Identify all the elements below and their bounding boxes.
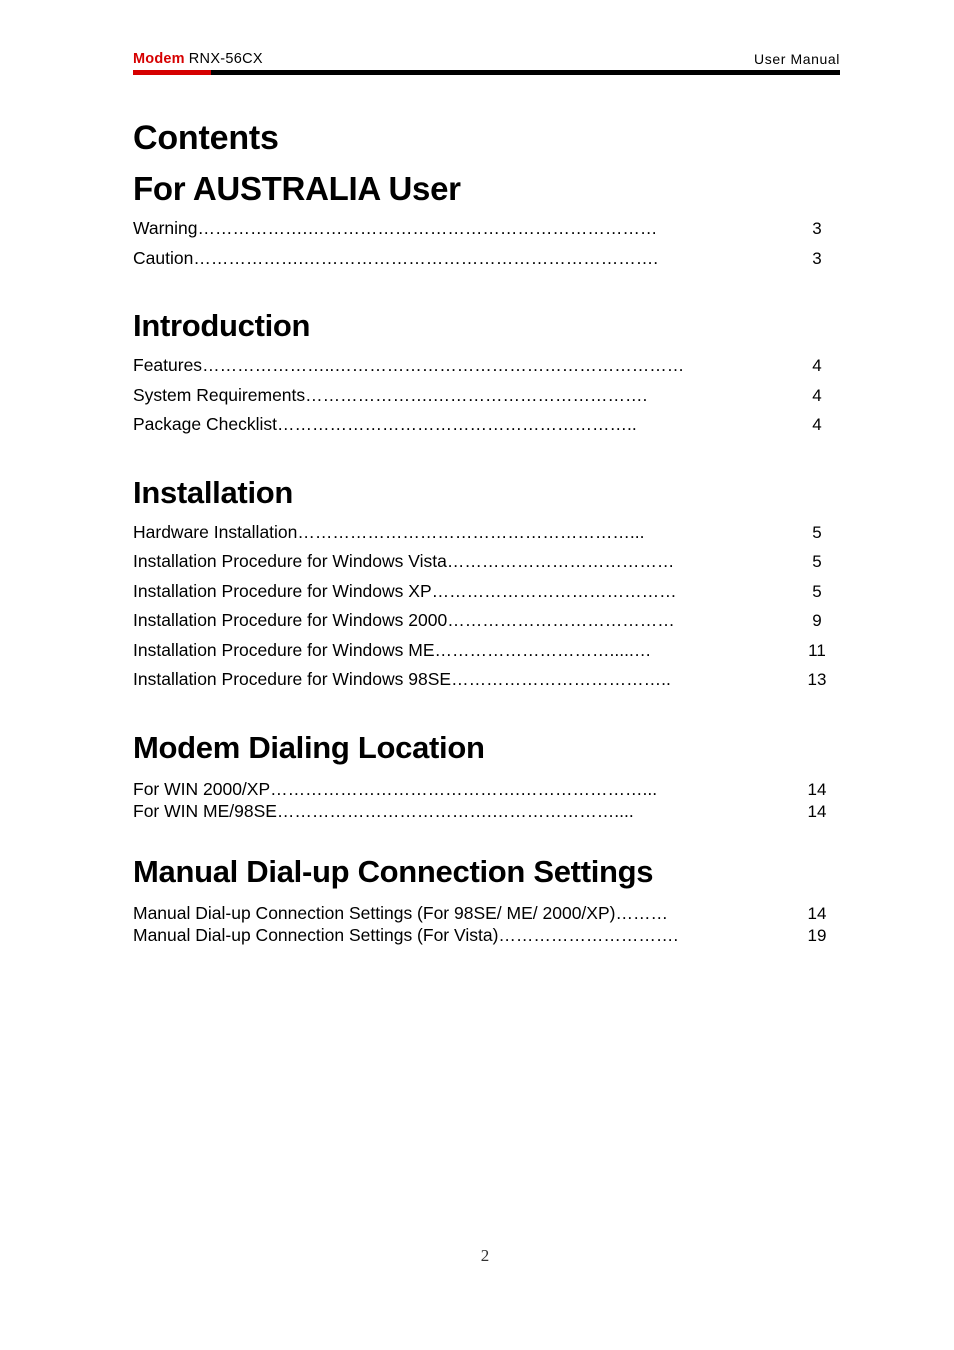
toc-entry-page: 4 <box>812 385 822 405</box>
toc-entry[interactable]: Installation Procedure for Windows 98SE … <box>133 669 840 699</box>
toc-dot-leader: …………………………………… <box>431 580 677 601</box>
toc-entry-label: Warning <box>133 218 198 238</box>
toc-dot-leader: …………………………. <box>498 924 679 945</box>
toc-entry-label: Installation Procedure for Windows ME <box>133 639 435 660</box>
toc-entry-label: Installation Procedure for Windows 98SE <box>133 669 452 689</box>
toc-group: Features …………………..…………………………………………………… 4 S… <box>133 355 840 444</box>
section-heading: Modem Dialing Location <box>133 729 485 765</box>
toc-entry[interactable]: Package Checklist ……………………………………………………..… <box>133 414 840 444</box>
brand-name: Modem <box>133 51 185 67</box>
toc-dot-leader: …………………..…………………………………………………… <box>202 355 685 375</box>
toc-entry[interactable]: Manual Dial-up Connection Settings (For … <box>133 903 840 925</box>
toc-dot-leader: …………………………………….…………………... <box>270 778 658 799</box>
toc-entry-page: 3 <box>812 219 822 238</box>
toc-sections: For AUSTRALIA User Warning ……………….…………………… <box>133 170 840 947</box>
toc-entry-page: 5 <box>812 581 822 601</box>
page-number: 2 <box>480 1246 490 1265</box>
toc-group: Warning ……………….…………………………………………………… 3 Caut… <box>133 218 840 277</box>
toc-entry-page: 13 <box>807 670 827 689</box>
toc-entry-label: Features <box>133 355 203 375</box>
toc-dot-leader: ………………….………………………………. <box>305 384 648 405</box>
toc-group: Hardware Installation ………………………………………………… <box>133 522 840 699</box>
toc-dot-leader: ………………………….....… <box>434 639 652 660</box>
model-number: RNX-56CX <box>188 51 263 67</box>
toc-dot-leader: ………………………………… <box>446 551 675 571</box>
header-rule <box>133 70 840 75</box>
toc-entry[interactable]: Caution………………. ……………………………………………………. 3 <box>133 248 840 278</box>
toc-entry-label: Hardware Installation <box>133 521 298 542</box>
toc-entry-page: 19 <box>807 925 827 945</box>
section-heading: Installation <box>133 474 294 510</box>
toc-dot-leader: ……………….…………………………………………………… <box>197 218 658 238</box>
toc-dot-leader: ……………………………….………………….... <box>276 800 634 821</box>
toc-entry-label: Installation Procedure for Windows Vista <box>133 551 447 571</box>
toc-entry[interactable]: Installation Procedure for Windows Vista… <box>133 551 840 581</box>
toc-entry-page: 5 <box>812 552 822 571</box>
toc-group: Manual Dial-up Connection Settings (For … <box>133 903 840 947</box>
toc-entry-page: 4 <box>812 356 822 375</box>
toc-entry-label: For WIN 2000/XP <box>133 778 271 799</box>
section-heading: Manual Dial-up Connection Settings <box>133 853 654 889</box>
toc-dot-leader: ……………………………….. <box>451 669 671 689</box>
toc-entry-page: 14 <box>807 801 827 821</box>
toc-entry[interactable]: Features …………………..…………………………………………………… 4 <box>133 355 840 385</box>
toc-entry-label: Manual Dial-up Connection Settings (For … <box>133 902 616 923</box>
document-page: Modem RNX-56CX User Manual Contents For … <box>0 0 954 1350</box>
section-heading: Introduction <box>133 308 311 343</box>
header-doc-type: User Manual <box>754 51 840 67</box>
toc-content: Contents For AUSTRALIA User Warning ……………… <box>133 118 840 947</box>
toc-entry-label: Caution………………. <box>133 247 304 268</box>
toc-entry-label: Package Checklist <box>133 414 277 434</box>
page-title: Contents <box>133 119 279 157</box>
toc-entry-page: 14 <box>807 779 827 799</box>
toc-entry[interactable]: Manual Dial-up Connection Settings (For … <box>133 925 840 947</box>
toc-dot-leader: ……………………………………………………. <box>303 247 659 268</box>
section-heading: For AUSTRALIA User <box>133 170 461 207</box>
toc-entry[interactable]: Installation Procedure for Windows ME ……… <box>133 640 840 670</box>
toc-entry-label: For WIN ME/98SE <box>133 800 277 821</box>
toc-entry-page: 9 <box>812 611 822 630</box>
toc-entry[interactable]: Installation Procedure for Windows XP ……… <box>133 581 840 611</box>
toc-entry-page: 14 <box>807 903 827 923</box>
toc-entry[interactable]: Warning ……………….…………………………………………………… 3 <box>133 218 840 248</box>
toc-entry-label: Installation Procedure for Windows XP <box>133 580 432 601</box>
running-header: Modem RNX-56CX User Manual <box>133 50 840 80</box>
toc-entry-page: 11 <box>808 640 826 660</box>
toc-entry-page: 5 <box>812 522 822 542</box>
toc-entry[interactable]: Hardware Installation ………………………………………………… <box>133 522 840 552</box>
toc-entry-label: Manual Dial-up Connection Settings (For … <box>133 924 499 945</box>
toc-entry[interactable]: Installation Procedure for Windows 2000…… <box>133 610 840 640</box>
toc-entry-page: 3 <box>812 248 822 268</box>
toc-dot-leader: ………………………………… <box>447 610 675 630</box>
toc-entry-label: Installation Procedure for Windows 2000 <box>133 610 448 630</box>
toc-entry[interactable]: For WIN ME/98SE ……………………………….…………………....… <box>133 801 840 823</box>
toc-group: For WIN 2000/XP …………………………………….…………………..… <box>133 779 840 823</box>
toc-dot-leader: …………………………………………………….. <box>276 414 637 434</box>
toc-entry[interactable]: For WIN 2000/XP …………………………………….…………………..… <box>133 779 840 801</box>
toc-entry[interactable]: System Requirements ………………….………………………………… <box>133 385 840 415</box>
toc-entry-page: 4 <box>812 415 822 434</box>
toc-dot-leader: ……… <box>615 902 668 923</box>
header-rule-accent <box>133 70 211 75</box>
toc-entry-label: System Requirements <box>133 384 306 405</box>
header-product: Modem RNX-56CX <box>133 50 263 68</box>
toc-dot-leader: …………………………………………………... <box>297 521 645 542</box>
